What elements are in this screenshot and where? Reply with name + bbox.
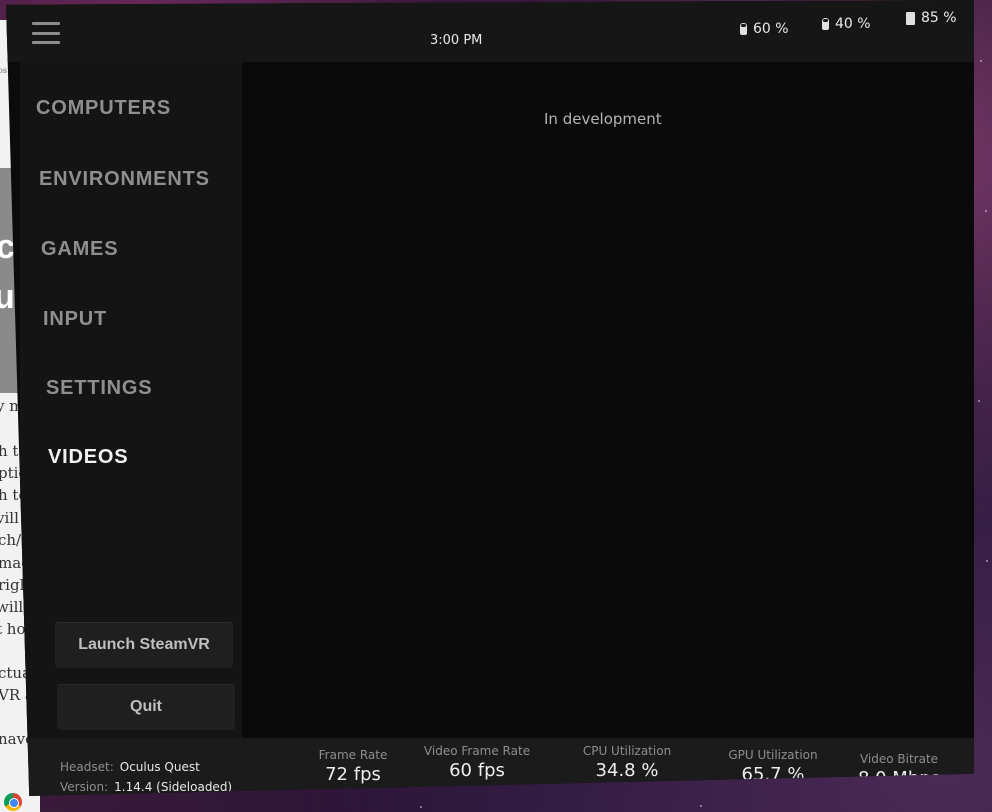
- bg-text-fragment: c: [0, 228, 15, 266]
- headset-info: Headset: Oculus Quest: [60, 760, 200, 774]
- metric-label: Video Bitrate: [859, 752, 939, 766]
- version-info: Version: 1.14.4 (Sideloaded): [60, 780, 232, 794]
- battery-label: 60 %: [753, 21, 789, 37]
- battery-label: 85 %: [921, 10, 957, 26]
- video-bitrate-metric: Video Bitrate 8.0 Mbps: [824, 752, 974, 789]
- left-controller-battery: 60 %: [740, 21, 789, 37]
- cpu-utilization-metric: CPU Utilization 34.8 %: [552, 744, 702, 781]
- quit-button[interactable]: Quit: [57, 684, 235, 730]
- sidebar-item-input[interactable]: INPUT: [43, 308, 107, 331]
- chrome-icon[interactable]: [4, 793, 22, 811]
- controller-battery-icon: [740, 23, 747, 35]
- headset-battery: 85 %: [906, 10, 957, 26]
- headset-battery-icon: [906, 11, 915, 25]
- headset-value: Oculus Quest: [119, 760, 200, 774]
- sidebar: COMPUTERS ENVIRONMENTS GAMES INPUT SETTI…: [20, 62, 242, 738]
- launch-steamvr-button[interactable]: Launch SteamVR: [55, 622, 233, 668]
- sidebar-item-environments[interactable]: ENVIRONMENTS: [39, 168, 210, 191]
- vr-dashboard-panel: 3:00 PM 60 % 40 % 85 % COMPUTERS ENVIRON…: [6, 0, 974, 796]
- sidebar-item-games[interactable]: GAMES: [41, 238, 118, 261]
- in-development-label: In development: [544, 110, 662, 128]
- metric-value: 34.8 %: [595, 760, 659, 781]
- metric-label: Video Frame Rate: [423, 744, 531, 758]
- controller-battery-icon: [822, 18, 829, 30]
- bg-text-fragment: will: [0, 598, 24, 616]
- status-bar: Headset: Oculus Quest Version: 1.14.4 (Sid…: [6, 738, 974, 796]
- sidebar-item-settings[interactable]: SETTINGS: [46, 377, 152, 400]
- metric-value: 60 fps: [449, 760, 505, 781]
- top-bar: 3:00 PM 60 % 40 % 85 %: [6, 0, 974, 62]
- headset-label: Headset:: [60, 760, 114, 774]
- video-frame-rate-metric: Video Frame Rate 60 fps: [402, 744, 552, 781]
- sidebar-item-videos[interactable]: VIDEOS: [48, 446, 128, 469]
- clock: 3:00 PM: [430, 33, 483, 48]
- metric-label: CPU Utilization: [582, 744, 672, 758]
- version-value: 1.14.4 (Sideloaded): [114, 780, 233, 794]
- right-controller-battery: 40 %: [822, 16, 871, 32]
- hamburger-menu-icon[interactable]: [32, 22, 60, 44]
- version-label: Version:: [60, 780, 109, 794]
- sidebar-item-computers[interactable]: COMPUTERS: [36, 97, 171, 120]
- metric-value: 8.0 Mbps: [857, 768, 941, 789]
- battery-label: 40 %: [835, 16, 871, 32]
- main-content: In development: [242, 62, 974, 738]
